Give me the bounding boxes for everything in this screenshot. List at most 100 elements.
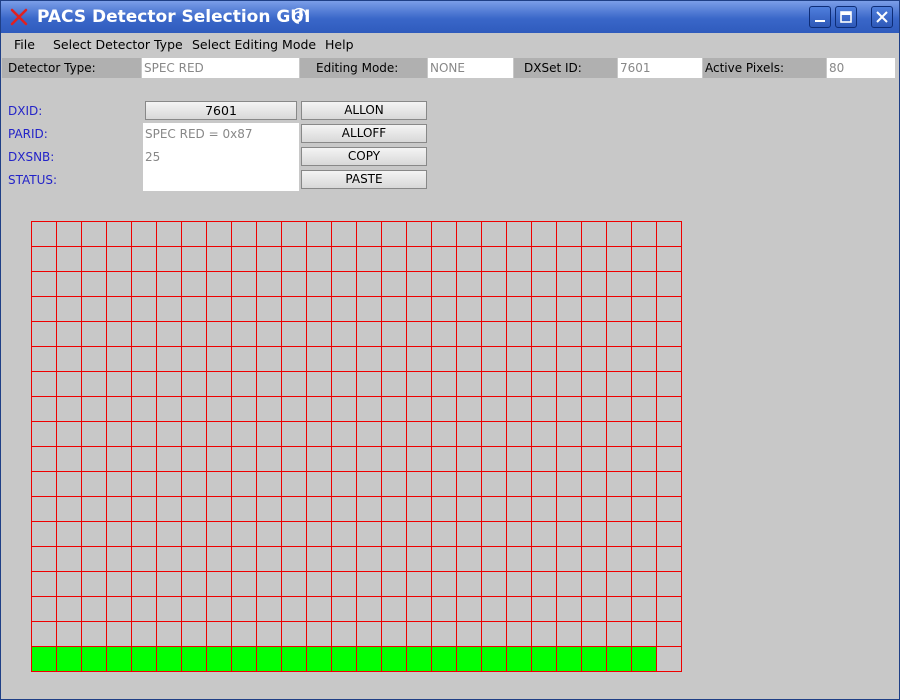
- pixel-cell[interactable]: [457, 597, 482, 622]
- pixel-cell[interactable]: [532, 622, 557, 647]
- pixel-cell[interactable]: [532, 322, 557, 347]
- pixel-cell[interactable]: [107, 322, 132, 347]
- pixel-cell[interactable]: [482, 547, 507, 572]
- pixel-cell[interactable]: [157, 422, 182, 447]
- pixel-cell[interactable]: [657, 647, 682, 672]
- pixel-cell[interactable]: [132, 422, 157, 447]
- pixel-cell[interactable]: [132, 247, 157, 272]
- pixel-cell[interactable]: [232, 272, 257, 297]
- pixel-cell[interactable]: [332, 222, 357, 247]
- pixel-cell[interactable]: [382, 622, 407, 647]
- pixel-cell[interactable]: [532, 572, 557, 597]
- pixel-cell-on[interactable]: [382, 647, 407, 672]
- pixel-cell[interactable]: [457, 322, 482, 347]
- pixel-cell[interactable]: [307, 272, 332, 297]
- pixel-cell[interactable]: [557, 247, 582, 272]
- pixel-cell[interactable]: [357, 597, 382, 622]
- pixel-cell[interactable]: [632, 522, 657, 547]
- pixel-cell[interactable]: [432, 522, 457, 547]
- pixel-cell[interactable]: [632, 472, 657, 497]
- pixel-cell[interactable]: [657, 422, 682, 447]
- pixel-cell[interactable]: [482, 597, 507, 622]
- pixel-cell[interactable]: [507, 372, 532, 397]
- pixel-cell[interactable]: [657, 472, 682, 497]
- pixel-cell[interactable]: [382, 447, 407, 472]
- menu-file[interactable]: File: [14, 37, 35, 52]
- pixel-cell[interactable]: [307, 622, 332, 647]
- pixel-cell[interactable]: [132, 297, 157, 322]
- menu-select-editing-mode[interactable]: Select Editing Mode: [192, 37, 316, 52]
- pixel-cell[interactable]: [182, 297, 207, 322]
- pixel-cell[interactable]: [632, 247, 657, 272]
- pixel-cell[interactable]: [32, 522, 57, 547]
- pixel-cell[interactable]: [357, 447, 382, 472]
- pixel-cell[interactable]: [557, 422, 582, 447]
- pixel-cell-on[interactable]: [507, 647, 532, 672]
- pixel-cell[interactable]: [207, 597, 232, 622]
- pixel-cell[interactable]: [557, 547, 582, 572]
- pixel-cell[interactable]: [257, 622, 282, 647]
- pixel-cell[interactable]: [607, 572, 632, 597]
- pixel-cell[interactable]: [482, 247, 507, 272]
- pixel-cell[interactable]: [532, 397, 557, 422]
- pixel-cell[interactable]: [82, 447, 107, 472]
- pixel-cell[interactable]: [482, 472, 507, 497]
- pixel-cell[interactable]: [407, 422, 432, 447]
- pixel-cell[interactable]: [307, 397, 332, 422]
- pixel-cell[interactable]: [407, 272, 432, 297]
- pixel-cell[interactable]: [257, 522, 282, 547]
- pixel-cell[interactable]: [82, 347, 107, 372]
- pixel-cell[interactable]: [557, 522, 582, 547]
- pixel-cell[interactable]: [182, 272, 207, 297]
- pixel-cell[interactable]: [557, 372, 582, 397]
- pixel-cell[interactable]: [307, 572, 332, 597]
- pixel-cell-on[interactable]: [532, 647, 557, 672]
- pixel-cell[interactable]: [257, 422, 282, 447]
- pixel-cell[interactable]: [532, 222, 557, 247]
- pixel-cell[interactable]: [207, 422, 232, 447]
- pixel-cell[interactable]: [482, 297, 507, 322]
- pixel-cell[interactable]: [132, 347, 157, 372]
- pixel-cell[interactable]: [357, 422, 382, 447]
- pixel-cell[interactable]: [407, 472, 432, 497]
- pixel-cell[interactable]: [357, 547, 382, 572]
- pixel-cell[interactable]: [82, 547, 107, 572]
- pixel-cell[interactable]: [407, 572, 432, 597]
- pixel-cell[interactable]: [382, 422, 407, 447]
- pixel-cell[interactable]: [57, 322, 82, 347]
- pixel-cell[interactable]: [257, 347, 282, 372]
- pixel-cell-on[interactable]: [232, 647, 257, 672]
- pixel-cell[interactable]: [557, 597, 582, 622]
- pixel-cell[interactable]: [207, 472, 232, 497]
- pixel-cell[interactable]: [357, 272, 382, 297]
- pixel-cell[interactable]: [532, 522, 557, 547]
- pixel-cell[interactable]: [132, 497, 157, 522]
- pixel-cell[interactable]: [432, 572, 457, 597]
- pixel-cell[interactable]: [182, 322, 207, 347]
- pixel-cell[interactable]: [482, 572, 507, 597]
- pixel-cell[interactable]: [632, 297, 657, 322]
- pixel-cell[interactable]: [57, 222, 82, 247]
- pixel-cell[interactable]: [457, 272, 482, 297]
- pixel-cell-on[interactable]: [557, 647, 582, 672]
- pixel-cell[interactable]: [507, 397, 532, 422]
- pixel-cell[interactable]: [132, 572, 157, 597]
- pixel-cell[interactable]: [632, 347, 657, 372]
- pixel-cell[interactable]: [232, 347, 257, 372]
- pixel-cell[interactable]: [657, 622, 682, 647]
- close-button[interactable]: [871, 6, 893, 28]
- pixel-cell[interactable]: [82, 397, 107, 422]
- pixel-cell[interactable]: [32, 472, 57, 497]
- pixel-cell[interactable]: [457, 247, 482, 272]
- pixel-cell[interactable]: [657, 297, 682, 322]
- pixel-cell[interactable]: [32, 297, 57, 322]
- pixel-cell[interactable]: [282, 247, 307, 272]
- menu-select-detector-type[interactable]: Select Detector Type: [53, 37, 183, 52]
- pixel-cell[interactable]: [107, 472, 132, 497]
- pixel-cell[interactable]: [57, 572, 82, 597]
- menu-help[interactable]: Help: [325, 37, 354, 52]
- pixel-cell[interactable]: [532, 372, 557, 397]
- pixel-cell[interactable]: [107, 247, 132, 272]
- pixel-cell[interactable]: [382, 297, 407, 322]
- pixel-cell[interactable]: [657, 322, 682, 347]
